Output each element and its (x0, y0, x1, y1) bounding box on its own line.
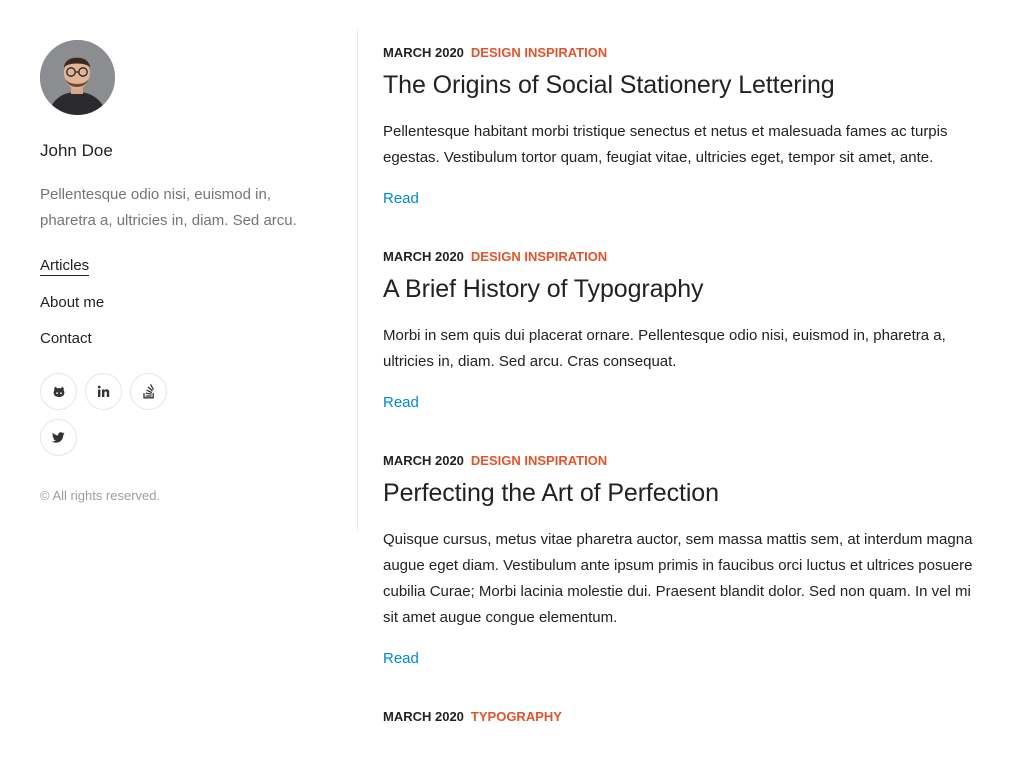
article-title[interactable]: A Brief History of Typography (383, 274, 983, 304)
main-nav: Articles About me Contact (40, 257, 300, 365)
column-divider (357, 30, 358, 530)
twitter-link[interactable] (40, 419, 77, 456)
nav-item-articles[interactable]: Articles (40, 257, 90, 276)
article-item: March 2020 Design Inspiration Perfecting … (383, 453, 983, 669)
article-item: March 2020 Typography (383, 709, 983, 725)
author-bio: Pellentesque odio nisi, euismod in, phar… (40, 186, 297, 229)
article-category-link[interactable]: Design Inspiration (471, 453, 607, 468)
article-date: March 2020 (383, 45, 464, 60)
linkedin-link[interactable] (85, 373, 122, 410)
read-link[interactable]: Read (383, 189, 419, 209)
read-link[interactable]: Read (383, 393, 419, 413)
stackoverflow-icon (142, 384, 154, 399)
article-excerpt: Pellentesque habitant morbi tristique se… (383, 123, 948, 166)
article-meta: March 2020 Design Inspiration (383, 249, 983, 265)
article-item: March 2020 Design Inspiration A Brief His… (383, 249, 983, 413)
copyright: © All rights reserved. (40, 488, 161, 503)
social-links (40, 373, 180, 456)
article-date: March 2020 (383, 709, 464, 724)
twitter-icon (52, 432, 65, 443)
read-link[interactable]: Read (383, 649, 419, 669)
article-meta: March 2020 Design Inspiration (383, 453, 983, 469)
article-meta: March 2020 Design Inspiration (383, 45, 983, 61)
article-category-link[interactable]: Design Inspiration (471, 45, 607, 60)
github-link[interactable] (40, 373, 77, 410)
sidebar: John Doe Pellentesque odio nisi, euismod… (40, 40, 300, 503)
article-date: March 2020 (383, 249, 464, 264)
article-category-link[interactable]: Design Inspiration (471, 249, 607, 264)
article-category-link[interactable]: Typography (471, 709, 562, 724)
nav-item-about[interactable]: About me (40, 293, 104, 313)
article-title[interactable]: Perfecting the Art of Perfection (383, 478, 983, 508)
nav-item-contact[interactable]: Contact (40, 329, 92, 349)
article-excerpt: Morbi in sem quis dui placerat ornare. P… (383, 327, 946, 370)
avatar[interactable] (40, 40, 115, 115)
github-icon (53, 386, 64, 397)
article-title[interactable]: The Origins of Social Stationery Letteri… (383, 70, 983, 100)
article-item: March 2020 Design Inspiration The Origins… (383, 45, 983, 209)
article-meta: March 2020 Typography (383, 709, 983, 725)
author-name: John Doe (40, 141, 113, 160)
article-date: March 2020 (383, 453, 464, 468)
article-list: March 2020 Design Inspiration The Origins… (383, 45, 983, 765)
stackoverflow-link[interactable] (130, 373, 167, 410)
linkedin-icon (97, 385, 110, 397)
article-excerpt: Quisque cursus, metus vitae pharetra auc… (383, 531, 973, 626)
